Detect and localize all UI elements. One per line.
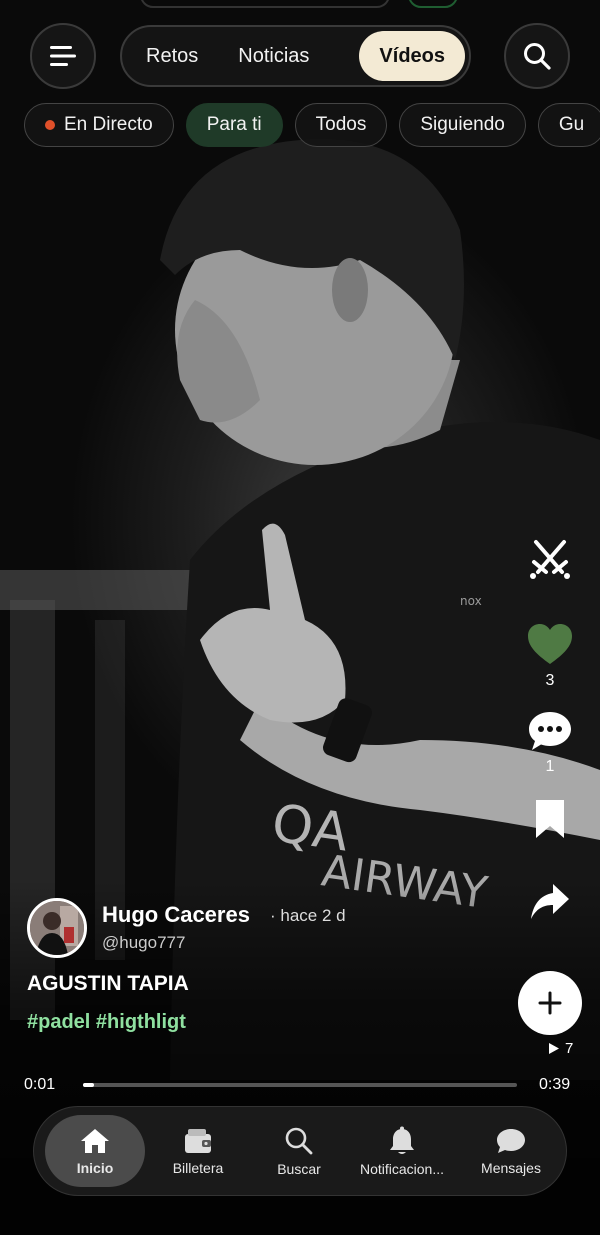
search-button[interactable] <box>504 23 570 89</box>
author-name[interactable]: Hugo Caceres <box>102 902 250 928</box>
challenge-button[interactable] <box>522 536 578 582</box>
progress-fill <box>83 1083 94 1087</box>
crossed-swords-icon <box>530 540 570 579</box>
chip-label: Gu <box>558 114 585 135</box>
share-icon <box>531 884 569 919</box>
post-time: · hace 2 d <box>270 906 346 925</box>
tab-retos[interactable]: Retos <box>126 31 218 81</box>
comment-button[interactable]: 1 <box>522 710 578 776</box>
comment-count: 1 <box>545 758 555 775</box>
nav-notificaciones[interactable]: Notificacion... <box>352 1115 452 1187</box>
author-handle[interactable]: @hugo777 <box>102 933 185 953</box>
share-button[interactable] <box>522 882 578 922</box>
nav-label: Inicio <box>76 1159 114 1176</box>
chip-label: En Directo <box>64 114 153 135</box>
search-icon <box>285 1127 313 1154</box>
bottom-nav: Inicio Billetera Buscar Notificacion... … <box>33 1106 567 1196</box>
chat-icon <box>497 1128 525 1153</box>
nav-label: Billetera <box>172 1159 224 1176</box>
chip-todos[interactable]: Todos <box>294 103 388 147</box>
nav-inicio[interactable]: Inicio <box>45 1115 145 1187</box>
nav-billetera[interactable]: Billetera <box>156 1115 240 1187</box>
wallet-icon <box>185 1128 211 1153</box>
bookmark-button[interactable] <box>522 798 578 840</box>
avatar[interactable] <box>27 898 87 958</box>
like-button[interactable]: 3 <box>522 622 578 690</box>
hamburger-icon <box>50 46 76 66</box>
chip-gu[interactable]: Gu <box>537 103 600 147</box>
bell-icon <box>390 1126 414 1154</box>
create-post-button[interactable] <box>518 971 582 1035</box>
view-count: 7 <box>548 1040 573 1057</box>
chip-label: Siguiendo <box>420 114 505 135</box>
plus-icon <box>538 991 562 1015</box>
progress-bar[interactable] <box>83 1083 517 1087</box>
play-icon <box>549 1043 559 1054</box>
nav-buscar[interactable]: Buscar <box>259 1115 339 1187</box>
chip-label: Todos <box>315 114 367 135</box>
status-pill <box>140 0 390 8</box>
total-time: 0:39 <box>539 1076 571 1093</box>
tab-videos[interactable]: Vídeos <box>359 31 465 81</box>
nav-label: Notificacion... <box>359 1160 445 1177</box>
home-icon <box>81 1128 109 1153</box>
post-caption: AGUSTIN TAPIA <box>27 972 189 995</box>
view-count-value: 7 <box>565 1040 574 1057</box>
chip-siguiendo[interactable]: Siguiendo <box>399 103 526 147</box>
menu-button[interactable] <box>30 23 96 89</box>
nav-mensajes[interactable]: Mensajes <box>466 1115 556 1187</box>
current-time: 0:01 <box>24 1076 56 1093</box>
tab-noticias[interactable]: Noticias <box>218 31 329 81</box>
chip-label: Para ti <box>206 114 262 135</box>
post-hashtags[interactable]: #padel #higthligt <box>27 1011 186 1034</box>
filter-chips: En Directo Para ti Todos Siguiendo Gu <box>24 103 600 147</box>
svg-text:nox: nox <box>460 594 482 608</box>
main-tabs: Retos Noticias Vídeos <box>120 25 471 87</box>
search-icon <box>524 43 551 70</box>
heart-icon <box>528 624 572 664</box>
comment-icon <box>529 712 571 750</box>
live-dot-icon <box>45 120 55 130</box>
chip-para-ti[interactable]: Para ti <box>185 103 283 147</box>
like-count: 3 <box>545 672 555 689</box>
nav-label: Buscar <box>277 1160 321 1177</box>
nav-label: Mensajes <box>481 1159 541 1176</box>
bookmark-icon <box>536 800 564 838</box>
avatar-image <box>30 901 84 955</box>
chip-en-directo[interactable]: En Directo <box>24 103 174 147</box>
